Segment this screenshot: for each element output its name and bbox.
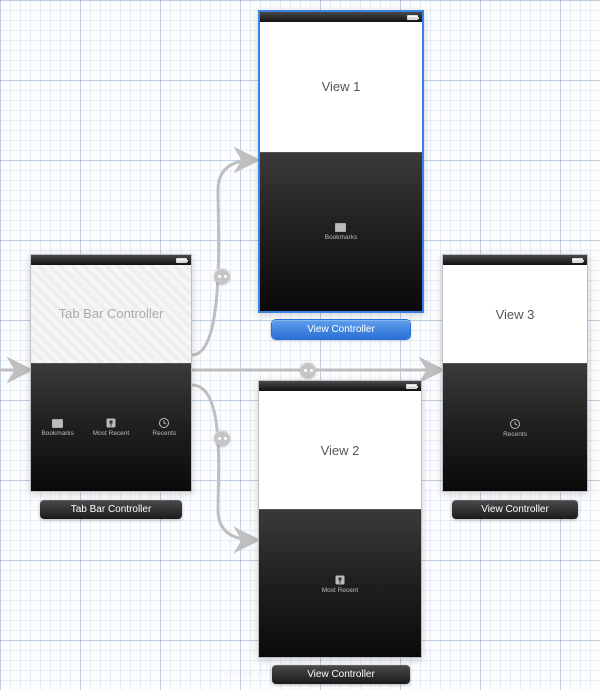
most-recent-icon xyxy=(105,417,117,429)
status-bar xyxy=(260,12,422,22)
tab-bar: Recents xyxy=(443,363,587,491)
view-body: View 3 xyxy=(443,265,587,363)
view-body: View 1 xyxy=(260,22,422,152)
scene-label-text: View Controller xyxy=(307,669,375,680)
status-bar xyxy=(259,381,421,391)
bookmarks-icon xyxy=(51,418,64,429)
tab-label: Most Recent xyxy=(322,587,359,594)
battery-icon xyxy=(572,258,583,263)
scene-label-pill[interactable]: View Controller xyxy=(452,500,578,519)
tab-item-recents[interactable]: Recents xyxy=(503,418,527,438)
battery-icon xyxy=(407,15,418,20)
tab-bar: Most Recent xyxy=(259,509,421,657)
scene-label-text: View Controller xyxy=(307,324,375,335)
tab-label: Recents xyxy=(152,430,176,437)
tab-label: Bookmarks xyxy=(41,430,74,437)
battery-icon xyxy=(406,384,417,389)
storyboard-canvas[interactable]: Tab Bar Controller Bookmarks Most Recent… xyxy=(0,0,600,690)
segue-badge[interactable] xyxy=(214,430,230,446)
controller-body: Tab Bar Controller xyxy=(31,265,191,363)
tab-label: Most Recent xyxy=(93,430,130,437)
view-controller-2-scene[interactable]: View 2 Most Recent xyxy=(258,380,422,658)
scene-title: Tab Bar Controller xyxy=(59,306,164,321)
tab-item-bookmarks[interactable]: Bookmarks xyxy=(31,418,84,437)
battery-icon xyxy=(176,258,187,263)
scene-label-pill[interactable]: View Controller xyxy=(272,320,410,339)
scene-label-pill[interactable]: Tab Bar Controller xyxy=(40,500,182,519)
tab-item-most-recent[interactable]: Most Recent xyxy=(84,417,137,437)
tab-label: Recents xyxy=(503,431,527,438)
recents-icon xyxy=(158,417,170,429)
recents-icon xyxy=(509,418,521,430)
tab-label: Bookmarks xyxy=(325,234,358,241)
tab-item-bookmarks[interactable]: Bookmarks xyxy=(325,222,358,241)
bookmarks-icon xyxy=(334,222,347,233)
most-recent-icon xyxy=(334,574,346,586)
view-controller-1-scene[interactable]: View 1 Bookmarks xyxy=(258,10,424,313)
scene-label-text: View Controller xyxy=(481,504,549,515)
status-bar xyxy=(31,255,191,265)
tab-item-recents[interactable]: Recents xyxy=(138,417,191,437)
segue-badge[interactable] xyxy=(214,268,230,284)
scene-label-text: Tab Bar Controller xyxy=(71,504,152,515)
scene-label-pill[interactable]: View Controller xyxy=(272,665,410,684)
status-bar xyxy=(443,255,587,265)
tab-bar: Bookmarks xyxy=(260,152,422,312)
view-title: View 2 xyxy=(321,443,360,458)
view-title: View 3 xyxy=(496,307,535,322)
tab-item-most-recent[interactable]: Most Recent xyxy=(322,574,359,594)
tab-bar-controller-scene[interactable]: Tab Bar Controller Bookmarks Most Recent… xyxy=(30,254,192,492)
view-controller-3-scene[interactable]: View 3 Recents xyxy=(442,254,588,492)
tab-bar: Bookmarks Most Recent Recents xyxy=(31,363,191,492)
view-title: View 1 xyxy=(322,79,361,94)
segue-badge[interactable] xyxy=(300,362,316,378)
view-body: View 2 xyxy=(259,391,421,509)
